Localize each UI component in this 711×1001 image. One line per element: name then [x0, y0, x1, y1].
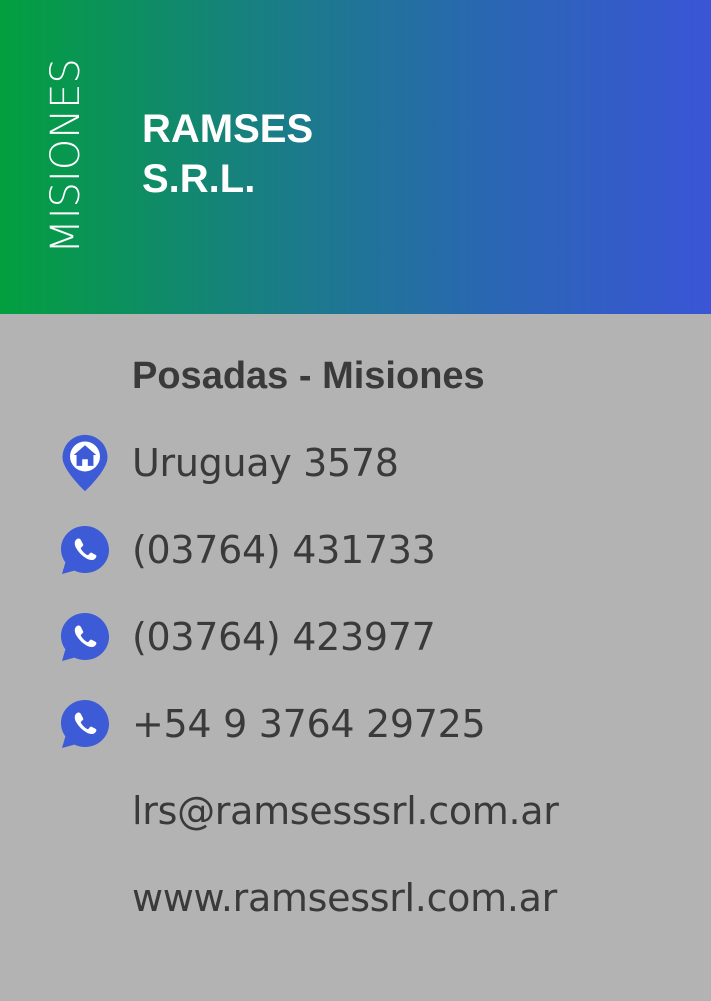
phone-row-3: +54 9 3764 29725	[0, 694, 711, 754]
region-label: MISIONES	[43, 58, 89, 254]
card-header: MISIONES RAMSES S.R.L.	[0, 0, 711, 314]
address-text: Uruguay 3578	[132, 441, 399, 485]
company-name: RAMSES S.R.L.	[142, 104, 313, 204]
phone-text-3: +54 9 3764 29725	[132, 702, 486, 746]
phone-text-1: (03764) 431733	[132, 528, 436, 572]
business-card: MISIONES RAMSES S.R.L. Posadas - Misione…	[0, 0, 711, 1001]
company-name-line1: RAMSES	[142, 107, 314, 151]
home-location-icon	[62, 434, 108, 492]
contact-section: Posadas - Misiones Uruguay 3578 (03764) …	[0, 314, 711, 1001]
phone-row-1: (03764) 431733	[0, 520, 711, 580]
city-row: Posadas - Misiones	[0, 346, 711, 406]
email-row: lrs@ramsesssrl.com.ar	[0, 781, 711, 841]
website-row: www.ramsessrl.com.ar	[0, 868, 711, 928]
whatsapp-icon	[61, 700, 109, 748]
address-row: Uruguay 3578	[0, 433, 711, 493]
whatsapp-icon	[61, 613, 109, 661]
company-name-line2: S.R.L.	[142, 157, 256, 201]
phone-row-2: (03764) 423977	[0, 607, 711, 667]
phone-text-2: (03764) 423977	[132, 615, 436, 659]
website-text[interactable]: www.ramsessrl.com.ar	[132, 868, 557, 928]
email-text[interactable]: lrs@ramsesssrl.com.ar	[132, 781, 559, 841]
whatsapp-icon	[61, 526, 109, 574]
city-text: Posadas - Misiones	[132, 355, 485, 397]
